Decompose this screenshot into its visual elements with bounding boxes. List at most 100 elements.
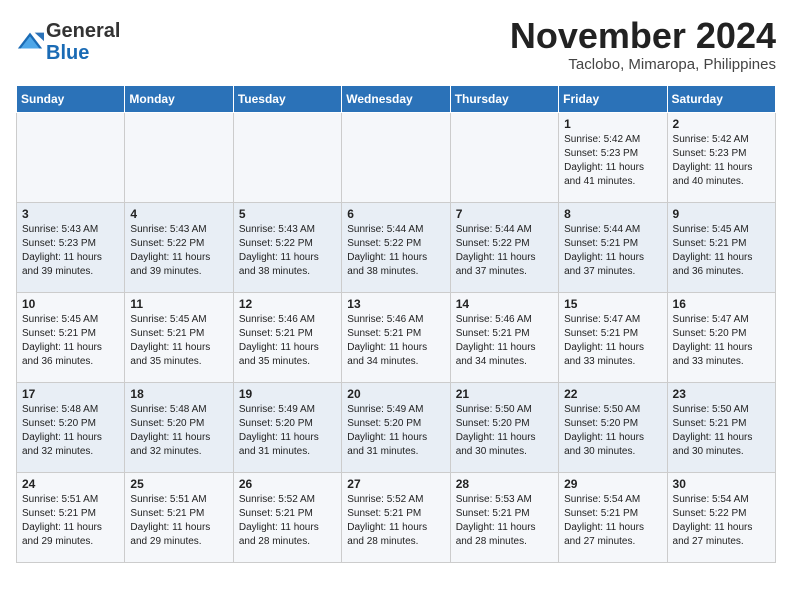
day-number: 7 xyxy=(456,207,553,221)
calendar-cell: 14 Sunrise: 5:46 AM Sunset: 5:21 PM Dayli… xyxy=(450,292,558,382)
day-info: Sunrise: 5:46 AM Sunset: 5:21 PM Dayligh… xyxy=(347,313,444,369)
calendar-header: Sunday Monday Tuesday Wednesday Thursday… xyxy=(17,85,776,112)
day-info: Sunrise: 5:43 AM Sunset: 5:22 PM Dayligh… xyxy=(239,223,336,279)
day-number: 8 xyxy=(564,207,661,221)
day-info: Sunrise: 5:43 AM Sunset: 5:23 PM Dayligh… xyxy=(22,223,119,279)
calendar-table: Sunday Monday Tuesday Wednesday Thursday… xyxy=(16,85,776,563)
col-sunday: Sunday xyxy=(17,85,125,112)
calendar-week-5: 24 Sunrise: 5:51 AM Sunset: 5:21 PM Dayli… xyxy=(17,472,776,562)
day-info: Sunrise: 5:51 AM Sunset: 5:21 PM Dayligh… xyxy=(22,493,119,549)
calendar-cell xyxy=(17,112,125,202)
day-info: Sunrise: 5:54 AM Sunset: 5:22 PM Dayligh… xyxy=(673,493,770,549)
location: Taclobo, Mimaropa, Philippines xyxy=(510,56,776,73)
header-row: Sunday Monday Tuesday Wednesday Thursday… xyxy=(17,85,776,112)
day-number: 30 xyxy=(673,477,770,491)
calendar-cell: 19Sunrise: 5:49 AM Sunset: 5:20 PM Dayli… xyxy=(233,382,341,472)
calendar-cell: 26 Sunrise: 5:52 AM Sunset: 5:21 PM Dayli… xyxy=(233,472,341,562)
calendar-cell: 28Sunrise: 5:53 AM Sunset: 5:21 PM Dayli… xyxy=(450,472,558,562)
logo-blue: Blue xyxy=(46,42,89,64)
calendar-cell xyxy=(342,112,450,202)
day-number: 14 xyxy=(456,297,553,311)
col-friday: Friday xyxy=(559,85,667,112)
title-block: November 2024 Taclobo, Mimaropa, Philipp… xyxy=(510,16,776,73)
calendar-cell: 7 Sunrise: 5:44 AM Sunset: 5:22 PM Daylig… xyxy=(450,202,558,292)
day-number: 10 xyxy=(22,297,119,311)
day-number: 12 xyxy=(239,297,336,311)
day-number: 4 xyxy=(130,207,227,221)
calendar-cell: 27Sunrise: 5:52 AM Sunset: 5:21 PM Dayli… xyxy=(342,472,450,562)
day-number: 26 xyxy=(239,477,336,491)
calendar-cell: 5Sunrise: 5:43 AM Sunset: 5:22 PM Daylig… xyxy=(233,202,341,292)
day-number: 6 xyxy=(347,207,444,221)
day-number: 9 xyxy=(673,207,770,221)
calendar-cell xyxy=(125,112,233,202)
day-info: Sunrise: 5:50 AM Sunset: 5:21 PM Dayligh… xyxy=(673,403,770,459)
day-number: 2 xyxy=(673,117,770,131)
calendar-cell: 25Sunrise: 5:51 AM Sunset: 5:21 PM Dayli… xyxy=(125,472,233,562)
day-number: 13 xyxy=(347,297,444,311)
calendar-cell: 1 Sunrise: 5:42 AM Sunset: 5:23 PM Daylig… xyxy=(559,112,667,202)
month-title: November 2024 xyxy=(510,16,776,56)
day-number: 21 xyxy=(456,387,553,401)
calendar-cell xyxy=(233,112,341,202)
day-info: Sunrise: 5:50 AM Sunset: 5:20 PM Dayligh… xyxy=(456,403,553,459)
logo-general: General xyxy=(46,20,120,42)
calendar-cell: 18 Sunrise: 5:48 AM Sunset: 5:20 PM Dayli… xyxy=(125,382,233,472)
header: General Blue November 2024 Taclobo, Mima… xyxy=(16,16,776,73)
calendar-cell: 6 Sunrise: 5:44 AM Sunset: 5:22 PM Daylig… xyxy=(342,202,450,292)
day-info: Sunrise: 5:54 AM Sunset: 5:21 PM Dayligh… xyxy=(564,493,661,549)
day-number: 29 xyxy=(564,477,661,491)
day-number: 22 xyxy=(564,387,661,401)
day-info: Sunrise: 5:48 AM Sunset: 5:20 PM Dayligh… xyxy=(130,403,227,459)
logo-text: General Blue xyxy=(46,20,120,64)
day-info: Sunrise: 5:52 AM Sunset: 5:21 PM Dayligh… xyxy=(239,493,336,549)
day-info: Sunrise: 5:43 AM Sunset: 5:22 PM Dayligh… xyxy=(130,223,227,279)
day-number: 24 xyxy=(22,477,119,491)
logo: General Blue xyxy=(16,20,120,64)
calendar-week-1: 1 Sunrise: 5:42 AM Sunset: 5:23 PM Daylig… xyxy=(17,112,776,202)
col-wednesday: Wednesday xyxy=(342,85,450,112)
day-number: 1 xyxy=(564,117,661,131)
calendar-cell: 24 Sunrise: 5:51 AM Sunset: 5:21 PM Dayli… xyxy=(17,472,125,562)
day-number: 15 xyxy=(564,297,661,311)
calendar-cell: 22 Sunrise: 5:50 AM Sunset: 5:20 PM Dayli… xyxy=(559,382,667,472)
calendar-cell: 29 Sunrise: 5:54 AM Sunset: 5:21 PM Dayli… xyxy=(559,472,667,562)
day-number: 28 xyxy=(456,477,553,491)
day-info: Sunrise: 5:47 AM Sunset: 5:21 PM Dayligh… xyxy=(564,313,661,369)
day-info: Sunrise: 5:42 AM Sunset: 5:23 PM Dayligh… xyxy=(564,133,661,189)
calendar-cell: 17Sunrise: 5:48 AM Sunset: 5:20 PM Dayli… xyxy=(17,382,125,472)
calendar-week-4: 17Sunrise: 5:48 AM Sunset: 5:20 PM Dayli… xyxy=(17,382,776,472)
calendar-cell: 11Sunrise: 5:45 AM Sunset: 5:21 PM Dayli… xyxy=(125,292,233,382)
day-info: Sunrise: 5:50 AM Sunset: 5:20 PM Dayligh… xyxy=(564,403,661,459)
calendar-cell: 16Sunrise: 5:47 AM Sunset: 5:20 PM Dayli… xyxy=(667,292,775,382)
day-info: Sunrise: 5:44 AM Sunset: 5:21 PM Dayligh… xyxy=(564,223,661,279)
day-number: 18 xyxy=(130,387,227,401)
calendar-cell: 12Sunrise: 5:46 AM Sunset: 5:21 PM Dayli… xyxy=(233,292,341,382)
day-info: Sunrise: 5:42 AM Sunset: 5:23 PM Dayligh… xyxy=(673,133,770,189)
col-thursday: Thursday xyxy=(450,85,558,112)
calendar-cell: 3 Sunrise: 5:43 AM Sunset: 5:23 PM Daylig… xyxy=(17,202,125,292)
day-number: 25 xyxy=(130,477,227,491)
calendar-cell: 20Sunrise: 5:49 AM Sunset: 5:20 PM Dayli… xyxy=(342,382,450,472)
day-info: Sunrise: 5:44 AM Sunset: 5:22 PM Dayligh… xyxy=(456,223,553,279)
day-info: Sunrise: 5:46 AM Sunset: 5:21 PM Dayligh… xyxy=(456,313,553,369)
calendar-cell: 15 Sunrise: 5:47 AM Sunset: 5:21 PM Dayli… xyxy=(559,292,667,382)
calendar-cell: 21 Sunrise: 5:50 AM Sunset: 5:20 PM Dayli… xyxy=(450,382,558,472)
day-info: Sunrise: 5:45 AM Sunset: 5:21 PM Dayligh… xyxy=(22,313,119,369)
day-info: Sunrise: 5:47 AM Sunset: 5:20 PM Dayligh… xyxy=(673,313,770,369)
day-info: Sunrise: 5:44 AM Sunset: 5:22 PM Dayligh… xyxy=(347,223,444,279)
day-info: Sunrise: 5:48 AM Sunset: 5:20 PM Dayligh… xyxy=(22,403,119,459)
calendar-cell: 10 Sunrise: 5:45 AM Sunset: 5:21 PM Dayli… xyxy=(17,292,125,382)
calendar-week-2: 3 Sunrise: 5:43 AM Sunset: 5:23 PM Daylig… xyxy=(17,202,776,292)
calendar-week-3: 10 Sunrise: 5:45 AM Sunset: 5:21 PM Dayli… xyxy=(17,292,776,382)
calendar-cell: 30 Sunrise: 5:54 AM Sunset: 5:22 PM Dayli… xyxy=(667,472,775,562)
calendar-cell: 4 Sunrise: 5:43 AM Sunset: 5:22 PM Daylig… xyxy=(125,202,233,292)
day-number: 23 xyxy=(673,387,770,401)
calendar-cell: 9 Sunrise: 5:45 AM Sunset: 5:21 PM Daylig… xyxy=(667,202,775,292)
col-tuesday: Tuesday xyxy=(233,85,341,112)
col-monday: Monday xyxy=(125,85,233,112)
day-number: 19 xyxy=(239,387,336,401)
day-number: 3 xyxy=(22,207,119,221)
day-info: Sunrise: 5:45 AM Sunset: 5:21 PM Dayligh… xyxy=(673,223,770,279)
day-number: 27 xyxy=(347,477,444,491)
